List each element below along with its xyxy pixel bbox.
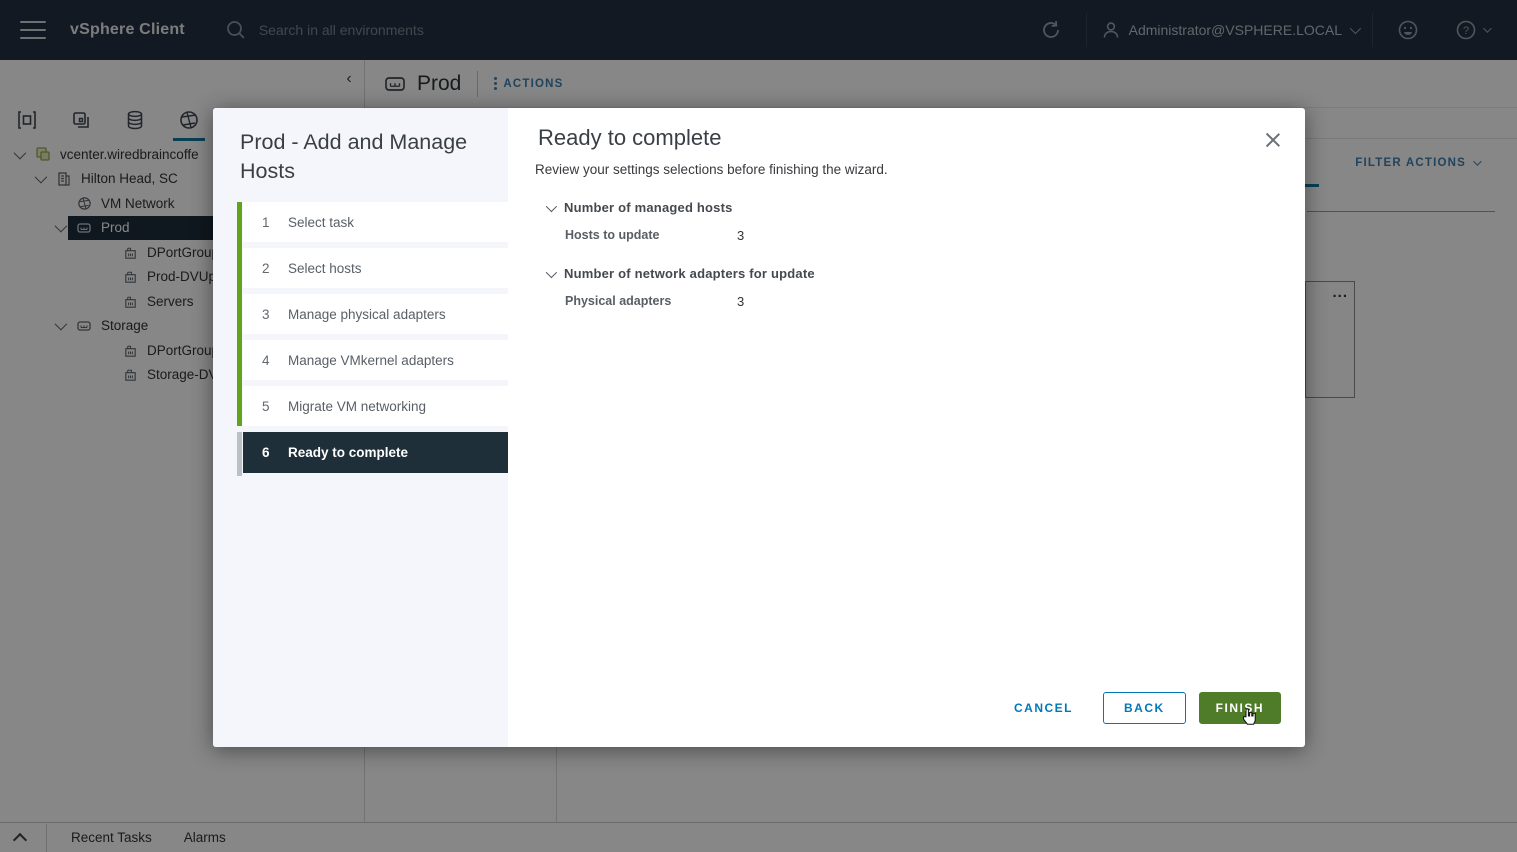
step-select-hosts[interactable]: 2 Select hosts: [243, 248, 508, 288]
wizard-buttons: CANCEL BACK FINISH: [1004, 692, 1281, 724]
completed-steps-bar: [237, 202, 242, 426]
back-button[interactable]: BACK: [1103, 692, 1186, 724]
cancel-button[interactable]: CANCEL: [1004, 693, 1083, 723]
step-ready-to-complete[interactable]: 6 Ready to complete: [243, 432, 508, 473]
step-manage-physical-adapters[interactable]: 3 Manage physical adapters: [243, 294, 508, 334]
step-select-task[interactable]: 1 Select task: [243, 202, 508, 242]
step-manage-vmkernel-adapters[interactable]: 4 Manage VMkernel adapters: [243, 340, 508, 380]
current-step-bar: [237, 432, 242, 476]
summary-row: Physical adapters 3: [565, 294, 744, 309]
vsphere-client-app: vSphere Client Administrator@V: [0, 0, 1517, 852]
section-managed-hosts[interactable]: Number of managed hosts: [546, 200, 733, 215]
summary-row: Hosts to update 3: [565, 228, 744, 243]
add-and-manage-hosts-wizard: Prod - Add and Manage Hosts 1 Select tas…: [213, 108, 1305, 747]
chevron-down-icon: [546, 266, 557, 277]
wizard-steps: 1 Select task 2 Select hosts 3 Manage ph…: [243, 202, 508, 479]
chevron-down-icon: [546, 200, 557, 211]
wizard-page-subtitle: Review your settings selections before f…: [535, 162, 888, 177]
finish-button[interactable]: FINISH: [1199, 692, 1281, 724]
section-network-adapters[interactable]: Number of network adapters for update: [546, 266, 815, 281]
wizard-page-title: Ready to complete: [538, 125, 721, 151]
close-icon[interactable]: [1263, 130, 1283, 150]
step-migrate-vm-networking[interactable]: 5 Migrate VM networking: [243, 386, 508, 426]
wizard-title: Prod - Add and Manage Hosts: [240, 128, 488, 186]
wizard-sidebar: Prod - Add and Manage Hosts 1 Select tas…: [213, 108, 508, 747]
